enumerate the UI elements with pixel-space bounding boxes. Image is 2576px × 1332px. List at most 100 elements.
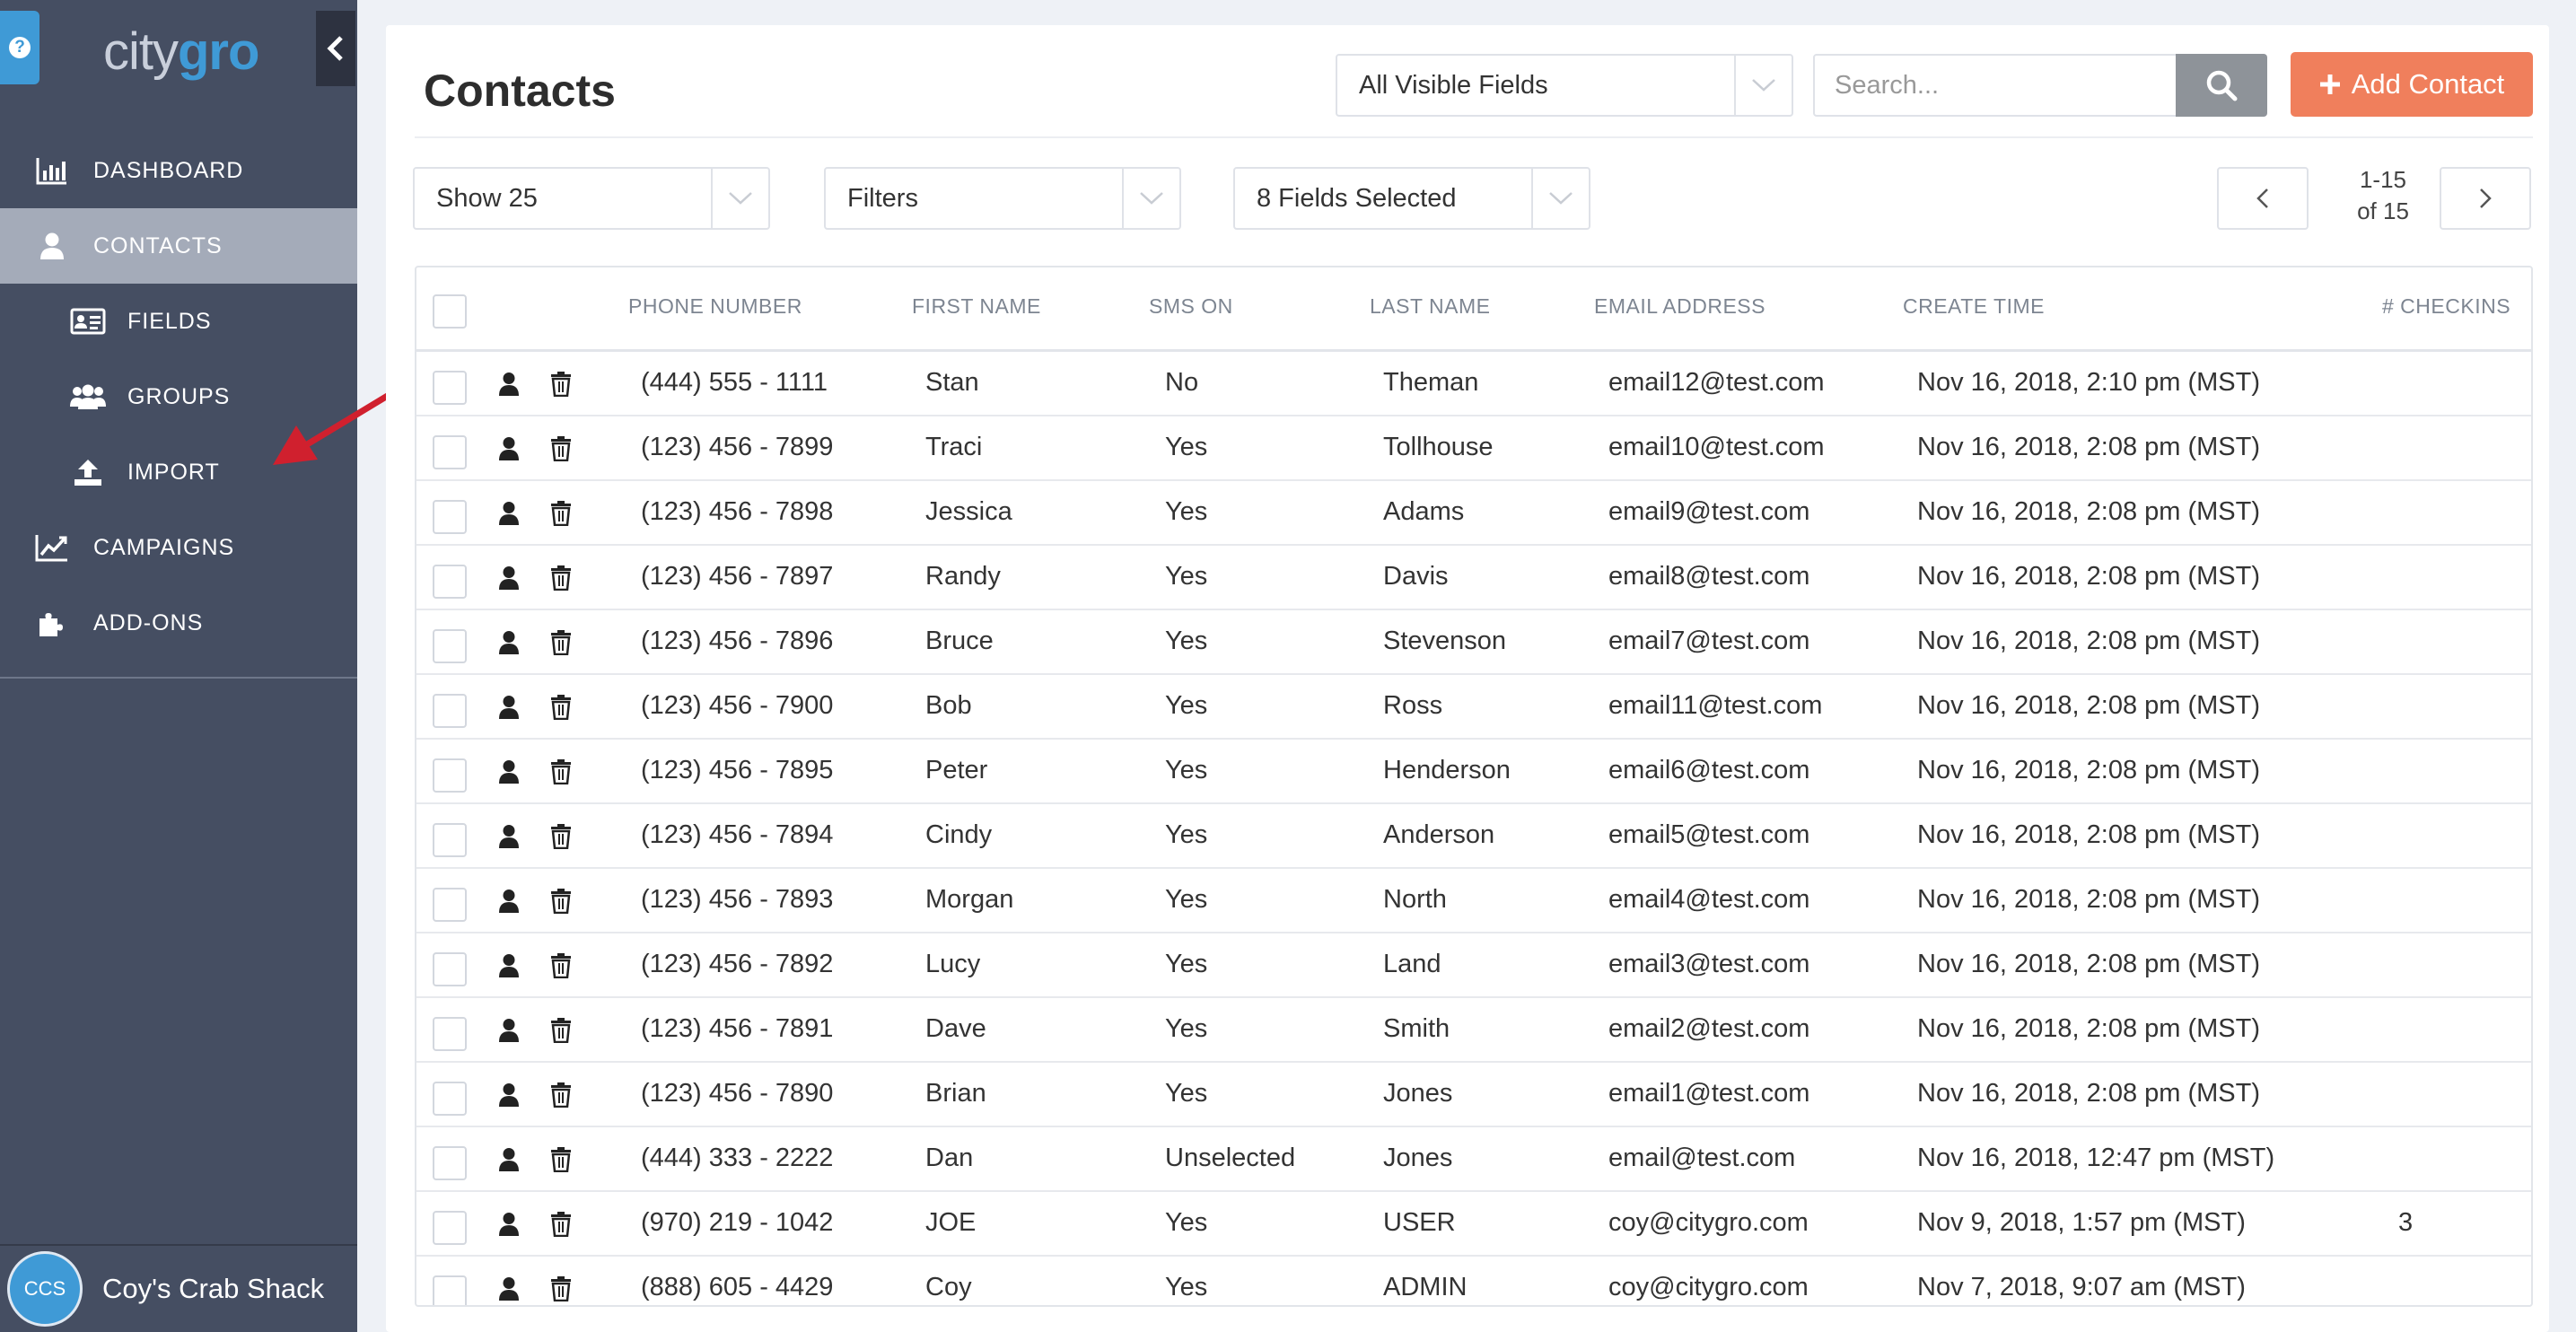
- chevron-down-icon: [1734, 56, 1792, 115]
- table-row[interactable]: (123) 456 - 7894 Cindy Yes Anderson email5@t…: [416, 804, 2531, 869]
- view-contact-icon[interactable]: [497, 759, 521, 784]
- sidebar-item-label: ADD-ONS: [93, 609, 204, 635]
- table-row[interactable]: (970) 219 - 1042 JOE Yes USER coy@citygro.co…: [416, 1192, 2531, 1257]
- table-row[interactable]: (123) 456 - 7898 Jessica Yes Adams email9@te…: [416, 481, 2531, 546]
- table-row[interactable]: (123) 456 - 7896 Bruce Yes Stevenson email7@…: [416, 610, 2531, 675]
- table-row[interactable]: (123) 456 - 7892 Lucy Yes Land email3@test.c…: [416, 933, 2531, 998]
- view-contact-icon[interactable]: [497, 1082, 521, 1108]
- row-checkbox[interactable]: [433, 1146, 467, 1180]
- row-checkbox[interactable]: [433, 1275, 467, 1305]
- column-header-sms-on[interactable]: SMS ON: [1149, 294, 1233, 319]
- row-checkbox[interactable]: [433, 888, 467, 922]
- row-checkbox[interactable]: [433, 1017, 467, 1051]
- sidebar-item-contacts[interactable]: CONTACTS: [0, 208, 357, 284]
- filters-select[interactable]: Filters: [824, 167, 1181, 230]
- chevron-left-icon: [327, 36, 343, 61]
- delete-contact-icon[interactable]: [549, 501, 573, 527]
- delete-contact-icon[interactable]: [549, 1276, 573, 1302]
- column-header-phone[interactable]: PHONE NUMBER: [628, 294, 802, 319]
- chevron-left-icon: [2256, 188, 2268, 208]
- column-header-create-time[interactable]: CREATE TIME: [1903, 294, 2045, 319]
- row-checkbox[interactable]: [433, 952, 467, 986]
- cell-create-time: Nov 16, 2018, 2:08 pm (MST): [1917, 1014, 2260, 1043]
- delete-contact-icon[interactable]: [549, 889, 573, 915]
- help-button[interactable]: ?: [0, 11, 39, 84]
- field-filter-select[interactable]: All Visible Fields: [1336, 54, 1793, 117]
- view-contact-icon[interactable]: [497, 953, 521, 978]
- fields-select[interactable]: 8 Fields Selected: [1233, 167, 1590, 230]
- sidebar-item-dashboard[interactable]: DASHBOARD: [0, 133, 357, 208]
- view-contact-icon[interactable]: [497, 501, 521, 526]
- search-button[interactable]: [2176, 54, 2267, 117]
- row-checkbox[interactable]: [433, 500, 467, 534]
- search-input[interactable]: [1813, 54, 2179, 117]
- view-contact-icon[interactable]: [497, 1018, 521, 1043]
- cell-create-time: Nov 16, 2018, 2:08 pm (MST): [1917, 691, 2260, 720]
- table-row[interactable]: (123) 456 - 7893 Morgan Yes North email4@tes…: [416, 869, 2531, 933]
- view-contact-icon[interactable]: [497, 1276, 521, 1301]
- column-header-checkins[interactable]: # CHECKINS: [2382, 294, 2510, 319]
- row-checkbox[interactable]: [433, 629, 467, 663]
- cell-checkins: 3: [2398, 1208, 2414, 1237]
- row-checkbox[interactable]: [433, 758, 467, 793]
- next-page-button[interactable]: [2440, 167, 2531, 230]
- view-contact-icon[interactable]: [497, 824, 521, 849]
- delete-contact-icon[interactable]: [549, 1082, 573, 1109]
- table-row[interactable]: (444) 333 - 2222 Dan Unselected Jones email@…: [416, 1127, 2531, 1192]
- select-all-checkbox[interactable]: [433, 294, 467, 329]
- column-header-email[interactable]: EMAIL ADDRESS: [1594, 294, 1766, 319]
- column-header-last-name[interactable]: LAST NAME: [1370, 294, 1490, 319]
- delete-contact-icon[interactable]: [549, 1212, 573, 1238]
- cell-first-name: Coy: [925, 1273, 972, 1301]
- column-header-first-name[interactable]: FIRST NAME: [912, 294, 1041, 319]
- prev-page-button[interactable]: [2217, 167, 2309, 230]
- header-divider: [415, 136, 2533, 138]
- view-contact-icon[interactable]: [497, 695, 521, 720]
- delete-contact-icon[interactable]: [549, 372, 573, 398]
- view-contact-icon[interactable]: [497, 630, 521, 655]
- row-checkbox[interactable]: [433, 823, 467, 857]
- delete-contact-icon[interactable]: [549, 759, 573, 785]
- row-checkbox[interactable]: [433, 565, 467, 599]
- table-row[interactable]: (123) 456 - 7900 Bob Yes Ross email11@test.c…: [416, 675, 2531, 740]
- delete-contact-icon[interactable]: [549, 565, 573, 592]
- account-switcher[interactable]: CCS Coy's Crab Shack: [0, 1244, 357, 1332]
- view-contact-icon[interactable]: [497, 889, 521, 914]
- sidebar-item-campaigns[interactable]: CAMPAIGNS: [0, 510, 357, 585]
- avatar: CCS: [7, 1251, 83, 1327]
- cell-last-name: Smith: [1383, 1014, 1450, 1043]
- table-row[interactable]: (888) 605 - 4429 Coy Yes ADMIN coy@citygro.c…: [416, 1257, 2531, 1305]
- row-checkbox[interactable]: [433, 371, 467, 405]
- view-contact-icon[interactable]: [497, 1212, 521, 1237]
- table-row[interactable]: (123) 456 - 7890 Brian Yes Jones email1@test…: [416, 1063, 2531, 1127]
- delete-contact-icon[interactable]: [549, 1147, 573, 1173]
- view-contact-icon[interactable]: [497, 1147, 521, 1172]
- table-row[interactable]: (123) 456 - 7891 Dave Yes Smith email2@test.…: [416, 998, 2531, 1063]
- view-contact-icon[interactable]: [497, 565, 521, 591]
- cell-sms-on: Yes: [1165, 433, 1208, 461]
- delete-contact-icon[interactable]: [549, 953, 573, 979]
- delete-contact-icon[interactable]: [549, 436, 573, 462]
- page-size-select[interactable]: Show 25: [413, 167, 770, 230]
- cell-last-name: Ross: [1383, 691, 1443, 720]
- collapse-sidebar-button[interactable]: [316, 11, 355, 86]
- delete-contact-icon[interactable]: [549, 824, 573, 850]
- logo[interactable]: citygro: [103, 22, 259, 82]
- row-checkbox[interactable]: [433, 694, 467, 728]
- table-row[interactable]: (123) 456 - 7899 Traci Yes Tollhouse email10…: [416, 416, 2531, 481]
- row-checkbox[interactable]: [433, 1082, 467, 1116]
- table-row[interactable]: (123) 456 - 7895 Peter Yes Henderson email6@…: [416, 740, 2531, 804]
- delete-contact-icon[interactable]: [549, 630, 573, 656]
- sidebar-item-add-ons[interactable]: ADD-ONS: [0, 585, 357, 661]
- row-checkbox[interactable]: [433, 435, 467, 469]
- table-row[interactable]: (123) 456 - 7897 Randy Yes Davis email8@test…: [416, 546, 2531, 610]
- view-contact-icon[interactable]: [497, 436, 521, 461]
- view-contact-icon[interactable]: [497, 372, 521, 397]
- add-contact-button[interactable]: Add Contact: [2291, 52, 2533, 117]
- table-body: (444) 555 - 1111 Stan No Theman email12@test…: [416, 352, 2531, 1305]
- delete-contact-icon[interactable]: [549, 695, 573, 721]
- delete-contact-icon[interactable]: [549, 1018, 573, 1044]
- cell-create-time: Nov 16, 2018, 2:08 pm (MST): [1917, 820, 2260, 849]
- table-row[interactable]: (444) 555 - 1111 Stan No Theman email12@test…: [416, 352, 2531, 416]
- row-checkbox[interactable]: [433, 1211, 467, 1245]
